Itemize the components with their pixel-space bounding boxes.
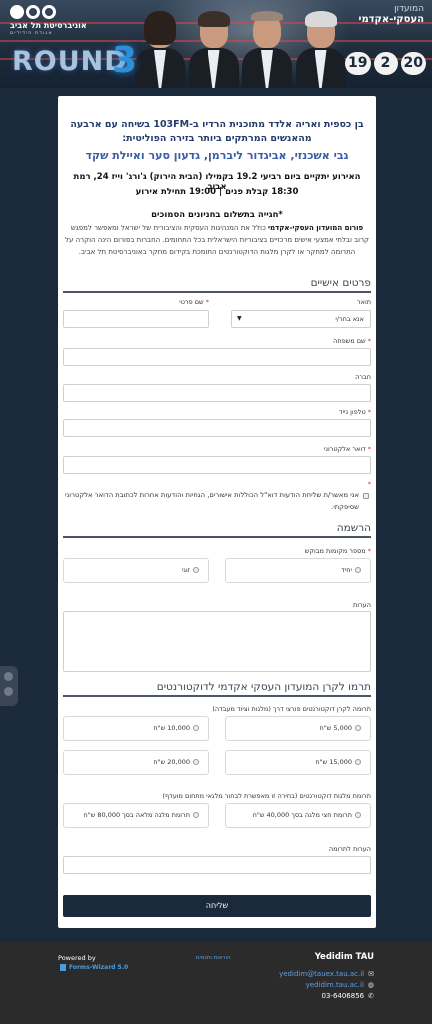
radio-button[interactable] [355, 759, 361, 765]
mobile-input[interactable] [63, 419, 371, 437]
donation-notes-input[interactable] [63, 856, 371, 874]
round-number: 3 [112, 40, 138, 81]
radio-button[interactable] [355, 567, 361, 573]
donation-notes-label: הערות לתרומה [328, 845, 371, 853]
intro-paragraph: פורום המועדון העסקי-אקדמי כולל את המנהיג… [63, 222, 371, 258]
first-name-label: * שם פרטי [179, 298, 209, 306]
intro-speakers: גבי אשכנזי, אביגדור ליברמן, גדעון סער וא… [85, 149, 349, 162]
footer-terms-link[interactable]: הוראות ותנאים [196, 955, 231, 961]
intro-times: 18:30 קבלת פנים | 19:00 תחילת אירוע [135, 187, 299, 197]
fund-option[interactable]: 10,000 ש"ח [63, 716, 209, 741]
forms-wizard-link[interactable]: Forms-Wizard 5.0 [60, 964, 128, 971]
intro-parking-note: *חגייה בתשלום בחניונים הסמוכים [151, 210, 283, 220]
company-input[interactable] [63, 384, 371, 402]
chevron-down-icon: ▼ [237, 315, 242, 322]
side-scroll-widget[interactable] [0, 666, 18, 706]
radio-button[interactable] [193, 812, 199, 818]
section-personal-details: פרטים אישיים [63, 277, 371, 293]
date-part: 20 [400, 52, 426, 75]
speaker-figure [188, 8, 239, 88]
event-date: 19 2 20 [345, 52, 426, 75]
fund-label: תרומה לקרן דוקטורנטים פורצי דרך (מלגות ו… [212, 705, 371, 713]
fund-option[interactable]: 20,000 ש"ח [63, 750, 209, 775]
section-registration: הרשמה [63, 522, 371, 538]
date-part: 19 [345, 52, 371, 75]
date-part: 2 [373, 52, 398, 75]
round-word: ROUND [12, 46, 128, 77]
scholarship-option[interactable]: תרומת חצי מלגה בסך 40,000 ש"ח [225, 803, 371, 828]
seats-option-couple[interactable]: זוגי [63, 558, 209, 583]
tau-logo: אוניברסיטת תל אביב אגודת הידידים [10, 5, 87, 43]
logo-subtext: אגודת הידידים [10, 30, 53, 36]
footer-site-link[interactable]: yedidim.tau.ac.il ◍ [306, 981, 374, 989]
email-label: * דואר אלקטרוני [323, 445, 371, 453]
page-footer: Yedidim TAU yedidim@tauex.tau.ac.il ✉ yed… [0, 942, 432, 1024]
radio-button[interactable] [193, 759, 199, 765]
globe-icon: ◍ [367, 981, 374, 989]
consent-checkbox[interactable] [363, 493, 369, 499]
intro-headline: בן כספית ואריה אלדד מתוכנית הרדיו ב-103F… [70, 119, 364, 144]
notes-textarea[interactable] [63, 611, 371, 672]
fund-option[interactable]: 5,000 ש"ח [225, 716, 371, 741]
scholarship-label: תרומת מלגות דוקטורנטים (בחירה זו מאפשרת … [162, 792, 371, 800]
title-select-value: אנא בחר/י [335, 315, 364, 323]
club-title: המועדון העסקי-אקדמי [359, 4, 425, 25]
intro-paragraph-bold: פורום המועדון העסקי-אקדמי [268, 224, 364, 232]
registration-form-card: בן כספית ואריה אלדד מתוכנית הרדיו ב-103F… [58, 96, 376, 928]
consent-text: אני מאשר/ת שליחת הודעות דוא"ל הכוללות אי… [65, 491, 359, 511]
circle-icon [4, 672, 13, 681]
consent-required-mark: * [367, 480, 371, 488]
company-label: חברה [355, 373, 371, 381]
seats-option-single[interactable]: יחיד [225, 558, 371, 583]
title-select[interactable]: אנא בחר/י ▼ [231, 310, 371, 328]
title-label: תואר [356, 298, 371, 306]
logo-circle-icon [42, 5, 56, 19]
section-donation: תרמו לקרן המועדון העסקי אקדמי לדוקטורנטי… [63, 681, 371, 697]
logo-circle-icon [26, 5, 40, 19]
radio-button[interactable] [355, 812, 361, 818]
submit-button[interactable]: שליחה [63, 895, 371, 917]
email-input[interactable] [63, 456, 371, 474]
scholarship-option[interactable]: תרומת מלגה מלאה בסך 80,000 ש"ח [63, 803, 209, 828]
phone-icon: ✆ [368, 992, 374, 1000]
last-name-label: * שם משפחה [333, 337, 371, 345]
speaker-figure [135, 8, 185, 88]
footer-brand: Yedidim TAU [314, 952, 374, 962]
first-name-input[interactable] [63, 310, 209, 328]
seats-label: * מספר מקומות מבוקש [304, 547, 371, 555]
forms-wizard-icon [60, 964, 66, 971]
club-title-small: המועדון [394, 4, 424, 14]
envelope-icon: ✉ [368, 970, 374, 978]
radio-button[interactable] [193, 567, 199, 573]
powered-by-label: Powered by [58, 954, 96, 962]
speaker-figure [242, 8, 292, 88]
footer-email-link[interactable]: yedidim@tauex.tau.ac.il ✉ [279, 970, 374, 978]
circle-icon [4, 687, 13, 696]
club-title-big: העסקי-אקדמי [358, 14, 425, 25]
speaker-figure [295, 8, 346, 88]
logo-circle-icon [10, 5, 24, 19]
radio-button[interactable] [355, 725, 361, 731]
notes-label: הערות [352, 601, 371, 609]
fund-option[interactable]: 15,000 ש"ח [225, 750, 371, 775]
speakers-photo [135, 8, 346, 88]
last-name-input[interactable] [63, 348, 371, 366]
footer-phone: 03-6406856 ✆ [321, 992, 374, 1000]
logo-text: אוניברסיטת תל אביב [10, 21, 87, 30]
radio-button[interactable] [193, 725, 199, 731]
mobile-label: * טלפון נייד [339, 408, 371, 416]
event-banner: אוניברסיטת תל אביב אגודת הידידים המועדון… [0, 0, 432, 88]
